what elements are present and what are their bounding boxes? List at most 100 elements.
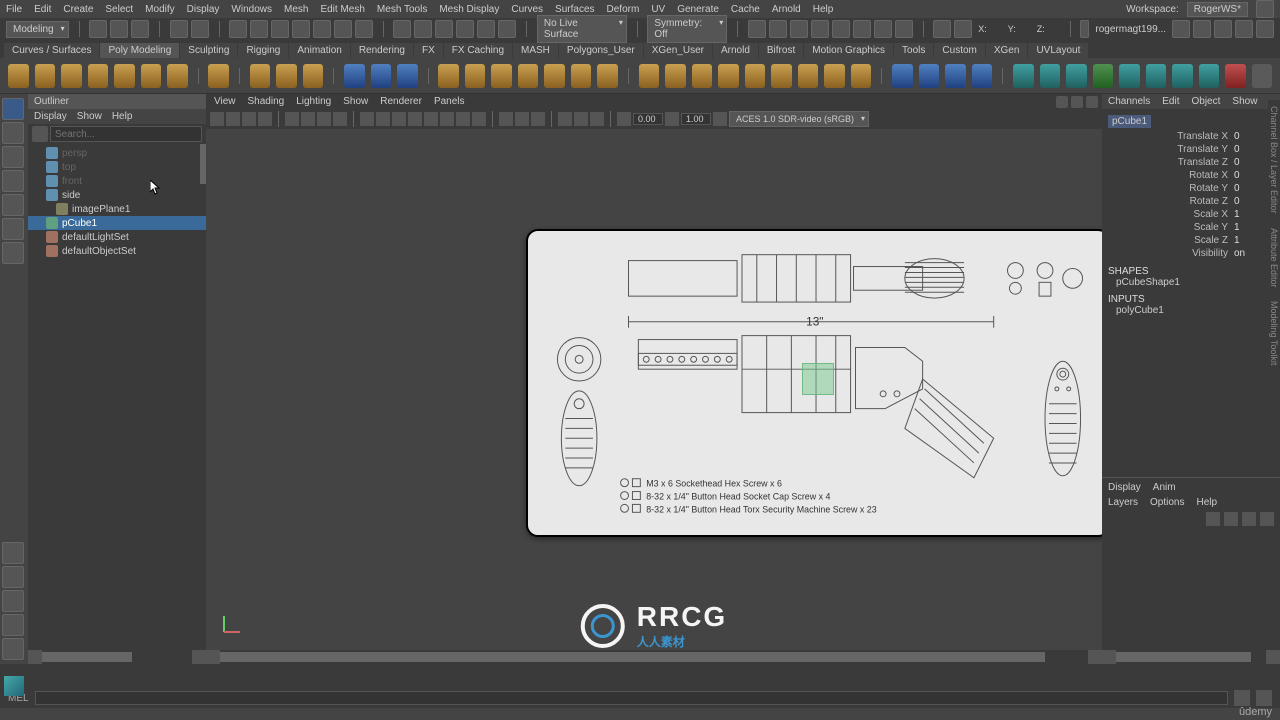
vp-menu-panels[interactable]: Panels [434, 96, 465, 107]
move-tool[interactable] [2, 146, 24, 168]
menu-edit-mesh[interactable]: Edit Mesh [320, 4, 364, 15]
vp-textured-icon[interactable] [392, 112, 406, 126]
snap-plane-icon[interactable] [456, 20, 474, 38]
vp-gamma-value-icon[interactable] [665, 112, 679, 126]
vp-film-gate-icon[interactable] [301, 112, 315, 126]
layer-menu-help[interactable]: Help [1196, 497, 1217, 508]
tab-fx[interactable]: FX [414, 43, 443, 58]
select-all-icon[interactable] [292, 20, 310, 38]
svg-icon[interactable] [303, 64, 324, 88]
vp-gamma-icon[interactable] [574, 112, 588, 126]
layout-single-icon[interactable] [2, 542, 24, 564]
vp-shadows-icon[interactable] [424, 112, 438, 126]
vp-hscroll-thumb[interactable] [220, 652, 1045, 662]
menu-help[interactable]: Help [813, 4, 834, 15]
menu-mesh[interactable]: Mesh [284, 4, 308, 15]
connect-icon[interactable] [972, 64, 993, 88]
pause-icon[interactable] [895, 20, 913, 38]
retopo-icon[interactable] [597, 64, 618, 88]
vp-hscroll-right-icon[interactable] [1088, 650, 1102, 664]
vp-bookmark-icon[interactable] [242, 112, 256, 126]
snap-grid-icon[interactable] [393, 20, 411, 38]
open-scene-icon[interactable] [110, 20, 128, 38]
tab-polygons-user[interactable]: Polygons_User [559, 43, 643, 58]
fill-hole-icon[interactable] [798, 64, 819, 88]
outliner-item-side[interactable]: side [28, 188, 206, 202]
outliner-menu-display[interactable]: Display [34, 111, 67, 122]
toggle-modeling-toolkit-icon[interactable] [1256, 20, 1274, 38]
cb-tab-object[interactable]: Object [1192, 96, 1221, 107]
mel-input[interactable] [35, 691, 1228, 705]
outliner-item-top[interactable]: top [28, 160, 206, 174]
insert-edge-icon[interactable] [919, 64, 940, 88]
light-editor-icon[interactable] [853, 20, 871, 38]
boolean-icon[interactable] [491, 64, 512, 88]
poke-icon[interactable] [1172, 64, 1193, 88]
menu-deform[interactable]: Deform [607, 4, 640, 15]
hscroll-thumb[interactable] [42, 652, 132, 662]
rewind-icon[interactable] [933, 20, 951, 38]
snap-point-icon[interactable] [435, 20, 453, 38]
layout-outliner-icon[interactable] [2, 614, 24, 636]
side-tab-attr-editor[interactable]: Attribute Editor [1268, 222, 1280, 294]
soft-select-tool[interactable] [2, 242, 24, 264]
vp-view-transform-icon[interactable] [590, 112, 604, 126]
offset-edge-icon[interactable] [945, 64, 966, 88]
select-hierarchy-icon[interactable] [313, 20, 331, 38]
remesh-icon[interactable] [571, 64, 592, 88]
render-settings-icon[interactable] [811, 20, 829, 38]
cb-hscroll-right-icon[interactable] [1266, 650, 1280, 664]
vp-image-plane-icon[interactable] [258, 112, 272, 126]
layer-new-empty-icon[interactable] [1242, 512, 1256, 526]
vp-menu-shading[interactable]: Shading [248, 96, 285, 107]
last-tool[interactable] [2, 218, 24, 240]
vp-menu-renderer[interactable]: Renderer [380, 96, 422, 107]
vp-exposure-icon[interactable] [558, 112, 572, 126]
menu-windows[interactable]: Windows [231, 4, 272, 15]
layout-persp-icon[interactable] [2, 638, 24, 660]
hypershade-icon[interactable] [832, 20, 850, 38]
history-icon[interactable] [748, 20, 766, 38]
rotate-tool[interactable] [2, 170, 24, 192]
account-name[interactable]: rogermagt199... [1095, 24, 1166, 35]
reduce-icon[interactable] [544, 64, 565, 88]
toggle-attr-editor-icon[interactable] [1235, 20, 1253, 38]
vp-motion-blur-icon[interactable] [456, 112, 470, 126]
viewport-canvas[interactable]: 13" M3 x 6 Sockethead Hex Screw x 6 8-32… [206, 129, 1102, 650]
outliner-item-pCube1[interactable]: pCube1 [28, 216, 206, 230]
poly-cube-icon[interactable] [35, 64, 56, 88]
pcube1-wireframe[interactable] [802, 363, 834, 395]
poly-cone-icon[interactable] [88, 64, 109, 88]
undo-icon[interactable] [170, 20, 188, 38]
select-component-icon[interactable] [355, 20, 373, 38]
outliner-search-input[interactable] [50, 126, 202, 142]
bridge-icon[interactable] [665, 64, 686, 88]
save-scene-icon[interactable] [131, 20, 149, 38]
merge-icon[interactable] [745, 64, 766, 88]
tab-fx-caching[interactable]: FX Caching [444, 43, 512, 58]
menu-generate[interactable]: Generate [677, 4, 719, 15]
menu-curves[interactable]: Curves [511, 4, 543, 15]
vp-wireframe-icon[interactable] [360, 112, 374, 126]
tab-poly-modeling[interactable]: Poly Modeling [100, 43, 179, 58]
vp-grid-icon[interactable] [285, 112, 299, 126]
maya-logo-icon[interactable] [4, 676, 24, 696]
multi-cut-icon[interactable] [892, 64, 913, 88]
vp-hscroll-left-icon[interactable] [206, 650, 220, 664]
outliner-item-defaultObjectSet[interactable]: defaultObjectSet [28, 244, 206, 258]
detach-icon[interactable] [851, 64, 872, 88]
lasso-tool[interactable] [2, 122, 24, 144]
menu-arnold[interactable]: Arnold [772, 4, 801, 15]
vp-menu-show[interactable]: Show [343, 96, 368, 107]
vp-color-mgmt-icon[interactable] [713, 112, 727, 126]
layer-menu-options[interactable]: Options [1150, 497, 1184, 508]
cb-hscroll[interactable] [1116, 650, 1266, 664]
vp-aa-icon[interactable] [472, 112, 486, 126]
poly-plane-icon[interactable] [141, 64, 162, 88]
vp-isolate-icon[interactable] [499, 112, 513, 126]
lasso-icon[interactable] [250, 20, 268, 38]
spin-edge-icon[interactable] [1146, 64, 1167, 88]
toggle-toolsettings-icon[interactable] [1214, 20, 1232, 38]
live-surface-dropdown[interactable]: No Live Surface [537, 15, 627, 43]
redo-icon[interactable] [191, 20, 209, 38]
